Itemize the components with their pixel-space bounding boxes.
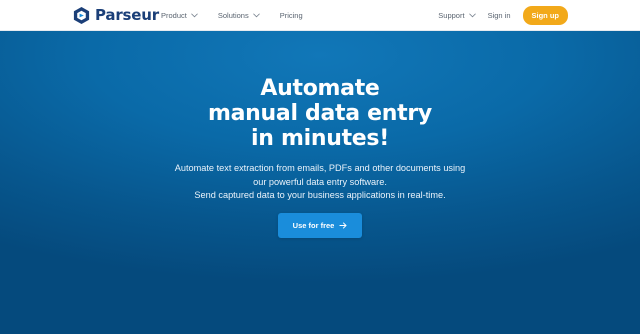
top-navbar: Parseur Product Solutions Pricing Suppor…: [0, 0, 640, 31]
nav-item-pricing[interactable]: Pricing: [280, 11, 303, 20]
nav-item-label: Support: [438, 11, 465, 20]
cta-label: Use for free: [292, 221, 335, 230]
primary-nav: Product Solutions Pricing: [161, 0, 303, 31]
use-for-free-button[interactable]: Use for free: [278, 213, 362, 238]
signup-button[interactable]: Sign up: [522, 6, 568, 25]
hero-title-line: Automate: [260, 76, 380, 101]
hero-subtitle-line: Send captured data to your business appl…: [194, 190, 446, 200]
chevron-down-icon: [468, 13, 476, 18]
nav-right-group: Support Sign in Sign up: [438, 0, 568, 31]
hero-section: Automate manual data entry in minutes! A…: [0, 31, 640, 334]
signin-link[interactable]: Sign in: [488, 11, 511, 20]
nav-item-product[interactable]: Product: [161, 11, 198, 20]
nav-item-label: Pricing: [279, 11, 303, 20]
nav-item-label: Solutions: [217, 11, 249, 20]
hero-title-line: in minutes!: [251, 126, 389, 151]
brand-logo[interactable]: Parseur: [72, 5, 159, 25]
brand-name: Parseur: [95, 6, 159, 24]
nav-item-support[interactable]: Support: [438, 11, 476, 20]
chevron-down-icon: [252, 13, 260, 18]
hero-subtitle-line: our powerful data entry software.: [253, 176, 387, 187]
hero-subtitle-line: Automate text extraction from emails, PD…: [174, 163, 466, 173]
parseur-logo-icon: [73, 6, 90, 24]
nav-item-solutions[interactable]: Solutions: [218, 11, 260, 20]
nav-item-label: Product: [161, 11, 187, 20]
arrow-right-icon: [339, 222, 348, 229]
hero-title: Automate manual data entry in minutes!: [0, 76, 640, 151]
hero-title-line: manual data entry: [208, 101, 432, 126]
chevron-down-icon: [190, 13, 198, 18]
hero-subtitle: Automate text extraction from emails, PD…: [0, 162, 640, 203]
